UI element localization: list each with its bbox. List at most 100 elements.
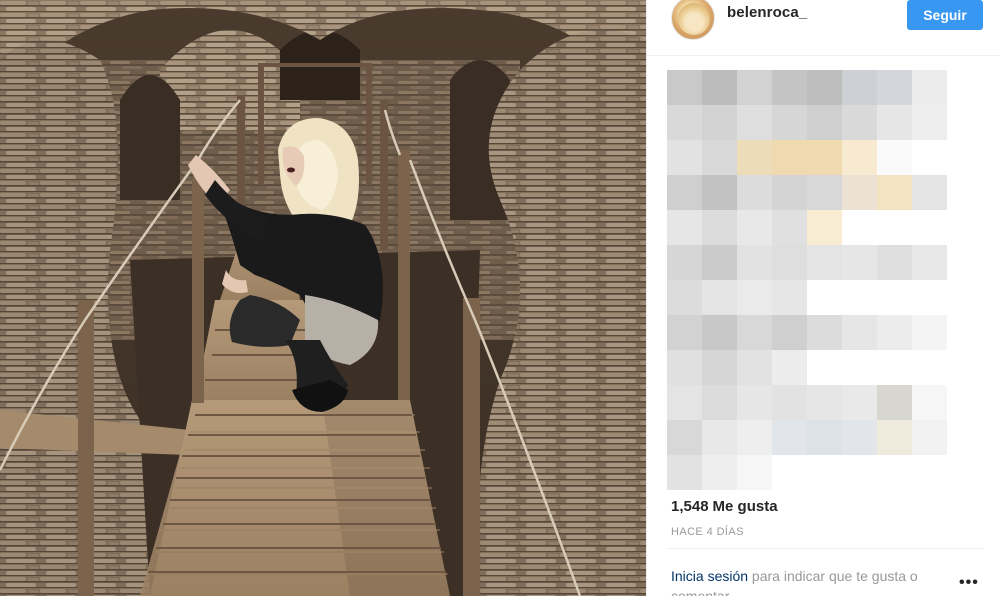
mosaic-tile xyxy=(667,420,702,455)
mosaic-tile xyxy=(877,210,912,245)
mosaic-tile xyxy=(807,245,842,280)
mosaic-tile xyxy=(702,245,737,280)
mosaic-tile xyxy=(877,140,912,175)
post-side-panel: belenroca_ Seguir 1,548 Me gusta HACE 4 D… xyxy=(646,0,1000,596)
mosaic-tile xyxy=(737,175,772,210)
mosaic-tile xyxy=(772,105,807,140)
mosaic-tile xyxy=(772,175,807,210)
mosaic-tile xyxy=(807,140,842,175)
mosaic-tile xyxy=(842,350,877,385)
mosaic-tile xyxy=(807,175,842,210)
mosaic-tile xyxy=(667,175,702,210)
avatar[interactable] xyxy=(671,0,715,40)
mosaic-tile xyxy=(877,70,912,105)
mosaic-tile xyxy=(772,280,807,315)
avatar-image xyxy=(678,3,710,35)
mosaic-tile xyxy=(772,70,807,105)
mosaic-tile xyxy=(772,420,807,455)
mosaic-tile xyxy=(877,315,912,350)
mosaic-tile xyxy=(737,315,772,350)
mosaic-tile xyxy=(807,105,842,140)
mosaic-tile xyxy=(807,70,842,105)
mosaic-tile xyxy=(912,245,947,280)
mosaic-tile xyxy=(737,245,772,280)
mosaic-tile xyxy=(807,210,842,245)
mosaic-tile xyxy=(772,210,807,245)
mosaic-tile xyxy=(702,455,737,490)
mosaic-tile xyxy=(667,280,702,315)
mosaic-tile xyxy=(912,420,947,455)
divider xyxy=(667,548,983,549)
mosaic-tile xyxy=(702,105,737,140)
post-photo[interactable] xyxy=(0,0,646,596)
mosaic-tile xyxy=(737,70,772,105)
mosaic-tile xyxy=(702,385,737,420)
mosaic-tile xyxy=(912,70,947,105)
mosaic-tile xyxy=(912,280,947,315)
mosaic-tile xyxy=(912,385,947,420)
login-link[interactable]: Inicia sesión xyxy=(671,568,748,584)
mosaic-tile xyxy=(842,140,877,175)
mosaic-tile xyxy=(667,385,702,420)
mosaic-tile xyxy=(842,420,877,455)
mosaic-tile xyxy=(912,315,947,350)
mosaic-tile xyxy=(702,140,737,175)
mosaic-tile xyxy=(702,420,737,455)
mosaic-tile xyxy=(877,420,912,455)
mosaic-tile xyxy=(667,350,702,385)
mosaic-tile xyxy=(702,70,737,105)
mosaic-tile xyxy=(667,245,702,280)
username[interactable]: belenroca_ xyxy=(727,4,807,21)
mosaic-tile xyxy=(702,280,737,315)
mosaic-tile xyxy=(912,175,947,210)
mosaic-tile xyxy=(667,210,702,245)
mosaic-tile xyxy=(737,140,772,175)
mosaic-tile xyxy=(737,350,772,385)
mosaic-tile xyxy=(807,350,842,385)
follow-button[interactable]: Seguir xyxy=(907,0,983,30)
mosaic-tile xyxy=(667,140,702,175)
mosaic-tile xyxy=(737,280,772,315)
mosaic-tile xyxy=(807,420,842,455)
mosaic-tile xyxy=(702,175,737,210)
post-timestamp[interactable]: HACE 4 DÍAS xyxy=(671,526,744,538)
mosaic-tile xyxy=(737,105,772,140)
mosaic-tile xyxy=(842,315,877,350)
likes-label: Me gusta xyxy=(712,498,778,515)
mosaic-tile xyxy=(912,140,947,175)
mosaic-tile xyxy=(842,175,877,210)
mosaic-tile xyxy=(737,455,772,490)
mosaic-tile xyxy=(842,210,877,245)
more-options-icon[interactable]: ••• xyxy=(959,574,979,592)
mosaic-tile xyxy=(807,455,842,490)
mosaic-tile xyxy=(842,280,877,315)
mosaic-tile xyxy=(702,315,737,350)
mosaic-tile xyxy=(807,280,842,315)
mosaic-tile xyxy=(667,455,702,490)
mosaic-tile xyxy=(842,70,877,105)
mosaic-tile xyxy=(737,385,772,420)
mosaic-tile xyxy=(877,350,912,385)
likes-count[interactable]: 1,548 Me gusta xyxy=(671,498,778,515)
mosaic-tile xyxy=(912,350,947,385)
pixelated-caption xyxy=(667,70,947,490)
mosaic-tile xyxy=(772,350,807,385)
mosaic-tile xyxy=(877,455,912,490)
mosaic-tile xyxy=(702,210,737,245)
mosaic-tile xyxy=(842,245,877,280)
mosaic-tile xyxy=(842,105,877,140)
mosaic-tile xyxy=(877,175,912,210)
mosaic-tile xyxy=(912,210,947,245)
post-header: belenroca_ Seguir xyxy=(647,0,1000,56)
mosaic-tile xyxy=(772,140,807,175)
mosaic-tile xyxy=(737,420,772,455)
mosaic-tile xyxy=(912,105,947,140)
likes-number: 1,548 xyxy=(671,498,709,515)
mosaic-tile xyxy=(877,280,912,315)
mosaic-tile xyxy=(667,70,702,105)
mosaic-tile xyxy=(842,385,877,420)
mosaic-tile xyxy=(702,350,737,385)
mosaic-tile xyxy=(877,105,912,140)
mosaic-tile xyxy=(772,315,807,350)
mosaic-tile xyxy=(842,455,877,490)
